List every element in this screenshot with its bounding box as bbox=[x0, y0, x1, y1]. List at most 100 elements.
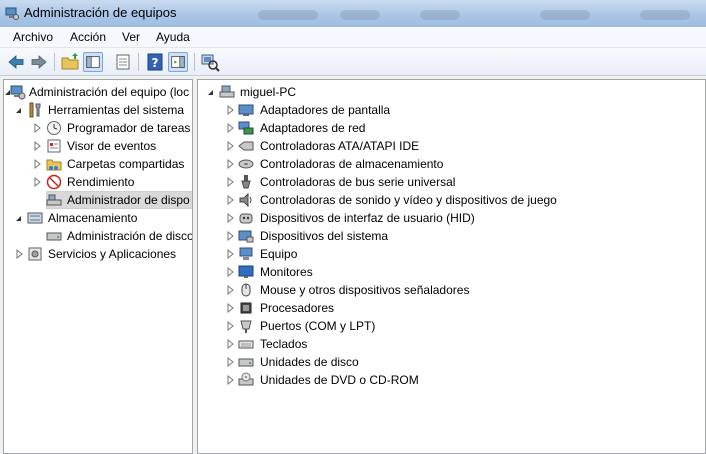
menu-bar: Archivo Acción Ver Ayuda bbox=[0, 27, 706, 48]
computer-management-icon bbox=[10, 85, 26, 100]
tree-item-device-manager[interactable]: Administrador de dispo bbox=[4, 191, 192, 209]
collapsed-arrow-icon[interactable] bbox=[225, 249, 235, 259]
collapsed-arrow-icon[interactable] bbox=[225, 159, 235, 169]
tree-item-disk-management[interactable]: Administración de disco bbox=[4, 227, 193, 245]
device-category-row[interactable]: Equipo bbox=[198, 245, 698, 263]
device-category-row[interactable]: Unidades de disco bbox=[198, 353, 698, 371]
collapsed-arrow-icon[interactable] bbox=[225, 375, 235, 385]
display-adapter-icon bbox=[238, 104, 254, 116]
tree-label: Programador de tareas bbox=[67, 121, 191, 135]
device-category-label: Adaptadores de pantalla bbox=[260, 103, 391, 117]
collapsed-arrow-icon[interactable] bbox=[225, 213, 235, 223]
menu-accion[interactable]: Acción bbox=[70, 30, 106, 44]
ide-controller-icon bbox=[238, 141, 254, 151]
collapsed-arrow-icon[interactable] bbox=[225, 105, 235, 115]
collapsed-arrow-icon[interactable] bbox=[32, 159, 42, 169]
toolbar: ? bbox=[0, 48, 706, 76]
device-category-label: Controladoras ATA/ATAPI IDE bbox=[260, 139, 420, 153]
forward-icon[interactable] bbox=[29, 52, 49, 72]
collapsed-arrow-icon[interactable] bbox=[225, 357, 235, 367]
menu-archivo[interactable]: Archivo bbox=[13, 30, 53, 44]
collapsed-arrow-icon[interactable] bbox=[225, 123, 235, 133]
tree-label: Visor de eventos bbox=[67, 139, 157, 153]
up-folder-icon[interactable] bbox=[60, 52, 80, 72]
device-category-row[interactable]: Procesadores bbox=[198, 299, 698, 317]
device-category-row[interactable]: Controladoras ATA/ATAPI IDE bbox=[198, 137, 698, 155]
device-category-label: Controladoras de bus serie universal bbox=[260, 175, 456, 189]
disk-drive-icon bbox=[238, 358, 254, 367]
tree-item-storage[interactable]: Almacenamiento bbox=[4, 209, 192, 227]
window-title: Administración de equipos bbox=[24, 5, 177, 20]
device-category-row[interactable]: Unidades de DVD o CD-ROM bbox=[198, 371, 698, 389]
tree-item-performance[interactable]: Rendimiento bbox=[4, 173, 192, 191]
tree-label: Carpetas compartidas bbox=[67, 157, 185, 171]
toolbar-separator bbox=[54, 53, 55, 71]
device-category-label: Controladoras de almacenamiento bbox=[260, 157, 444, 171]
device-category-row[interactable]: Monitores bbox=[198, 263, 698, 281]
keyboard-icon bbox=[238, 340, 254, 349]
expanded-arrow-icon[interactable] bbox=[206, 87, 216, 97]
tree-label: Administrador de dispo bbox=[65, 193, 192, 207]
help-icon[interactable]: ? bbox=[145, 52, 165, 72]
tree-item-system-tools[interactable]: Herramientas del sistema bbox=[4, 101, 192, 119]
device-manager-icon bbox=[46, 194, 62, 206]
tree-label: Administración de disco bbox=[67, 229, 193, 243]
blurred-title-area bbox=[420, 10, 460, 20]
device-category-row[interactable]: Adaptadores de red bbox=[198, 119, 698, 137]
tree-item-shared-folders[interactable]: Carpetas compartidas bbox=[4, 155, 192, 173]
menu-ayuda[interactable]: Ayuda bbox=[156, 30, 190, 44]
device-category-row[interactable]: Adaptadores de pantalla bbox=[198, 101, 698, 119]
collapsed-arrow-icon[interactable] bbox=[225, 177, 235, 187]
device-category-label: Procesadores bbox=[260, 301, 335, 315]
storage-controller-icon bbox=[238, 159, 254, 169]
collapsed-arrow-icon[interactable] bbox=[225, 195, 235, 205]
device-category-row[interactable]: Dispositivos del sistema bbox=[198, 227, 698, 245]
expanded-arrow-icon[interactable] bbox=[14, 105, 24, 115]
performance-icon bbox=[46, 174, 62, 190]
device-category-label: Monitores bbox=[260, 265, 313, 279]
device-category-row[interactable]: Mouse y otros dispositivos señaladores bbox=[198, 281, 698, 299]
title-bar[interactable]: Administración de equipos bbox=[0, 0, 706, 27]
tree-item-task-scheduler[interactable]: Programador de tareas bbox=[4, 119, 192, 137]
collapsed-arrow-icon[interactable] bbox=[14, 249, 24, 259]
menu-ver[interactable]: Ver bbox=[122, 30, 140, 44]
blurred-title-area bbox=[540, 10, 590, 20]
shared-folder-icon bbox=[46, 159, 62, 171]
device-category-row[interactable]: Controladoras de almacenamiento bbox=[198, 155, 698, 173]
device-category-row[interactable]: Controladoras de bus serie universal bbox=[198, 173, 698, 191]
hid-icon bbox=[239, 213, 253, 224]
blurred-title-area bbox=[640, 10, 690, 20]
device-category-row[interactable]: Puertos (COM y LPT) bbox=[198, 317, 698, 335]
device-tree-root[interactable]: miguel-PC bbox=[198, 83, 698, 101]
collapsed-arrow-icon[interactable] bbox=[32, 177, 42, 187]
back-icon[interactable] bbox=[6, 52, 26, 72]
device-category-label: Dispositivos de interfaz de usuario (HID… bbox=[260, 211, 475, 225]
scan-hardware-icon[interactable] bbox=[200, 52, 220, 72]
collapsed-arrow-icon[interactable] bbox=[32, 141, 42, 151]
device-category-label: Unidades de DVD o CD-ROM bbox=[260, 373, 419, 387]
tree-item-services-applications[interactable]: Servicios y Aplicaciones bbox=[4, 245, 192, 263]
computer-name: miguel-PC bbox=[240, 85, 297, 99]
collapsed-arrow-icon[interactable] bbox=[225, 267, 235, 277]
action-pane-icon[interactable] bbox=[168, 52, 188, 72]
computer-icon bbox=[219, 85, 235, 98]
collapsed-arrow-icon[interactable] bbox=[225, 285, 235, 295]
device-category-row[interactable]: Dispositivos de interfaz de usuario (HID… bbox=[198, 209, 698, 227]
device-category-row[interactable]: Teclados bbox=[198, 335, 698, 353]
collapsed-arrow-icon[interactable] bbox=[225, 231, 235, 241]
collapsed-arrow-icon[interactable] bbox=[225, 141, 235, 151]
dvd-drive-icon bbox=[238, 372, 254, 386]
device-category-label: Unidades de disco bbox=[260, 355, 359, 369]
expanded-arrow-icon[interactable] bbox=[14, 213, 24, 223]
collapsed-arrow-icon[interactable] bbox=[225, 321, 235, 331]
tree-item-computer-management[interactable]: Administración del equipo (loc bbox=[4, 83, 192, 101]
device-category-row[interactable]: Controladoras de sonido y vídeo y dispos… bbox=[198, 191, 698, 209]
collapsed-arrow-icon[interactable] bbox=[225, 339, 235, 349]
collapsed-arrow-icon[interactable] bbox=[32, 123, 42, 133]
show-hide-tree-icon[interactable] bbox=[83, 52, 103, 72]
properties-icon[interactable] bbox=[113, 52, 133, 72]
services-icon bbox=[28, 247, 42, 261]
tree-item-event-viewer[interactable]: Visor de eventos bbox=[4, 137, 192, 155]
computer-management-icon bbox=[5, 7, 19, 20]
collapsed-arrow-icon[interactable] bbox=[225, 303, 235, 313]
